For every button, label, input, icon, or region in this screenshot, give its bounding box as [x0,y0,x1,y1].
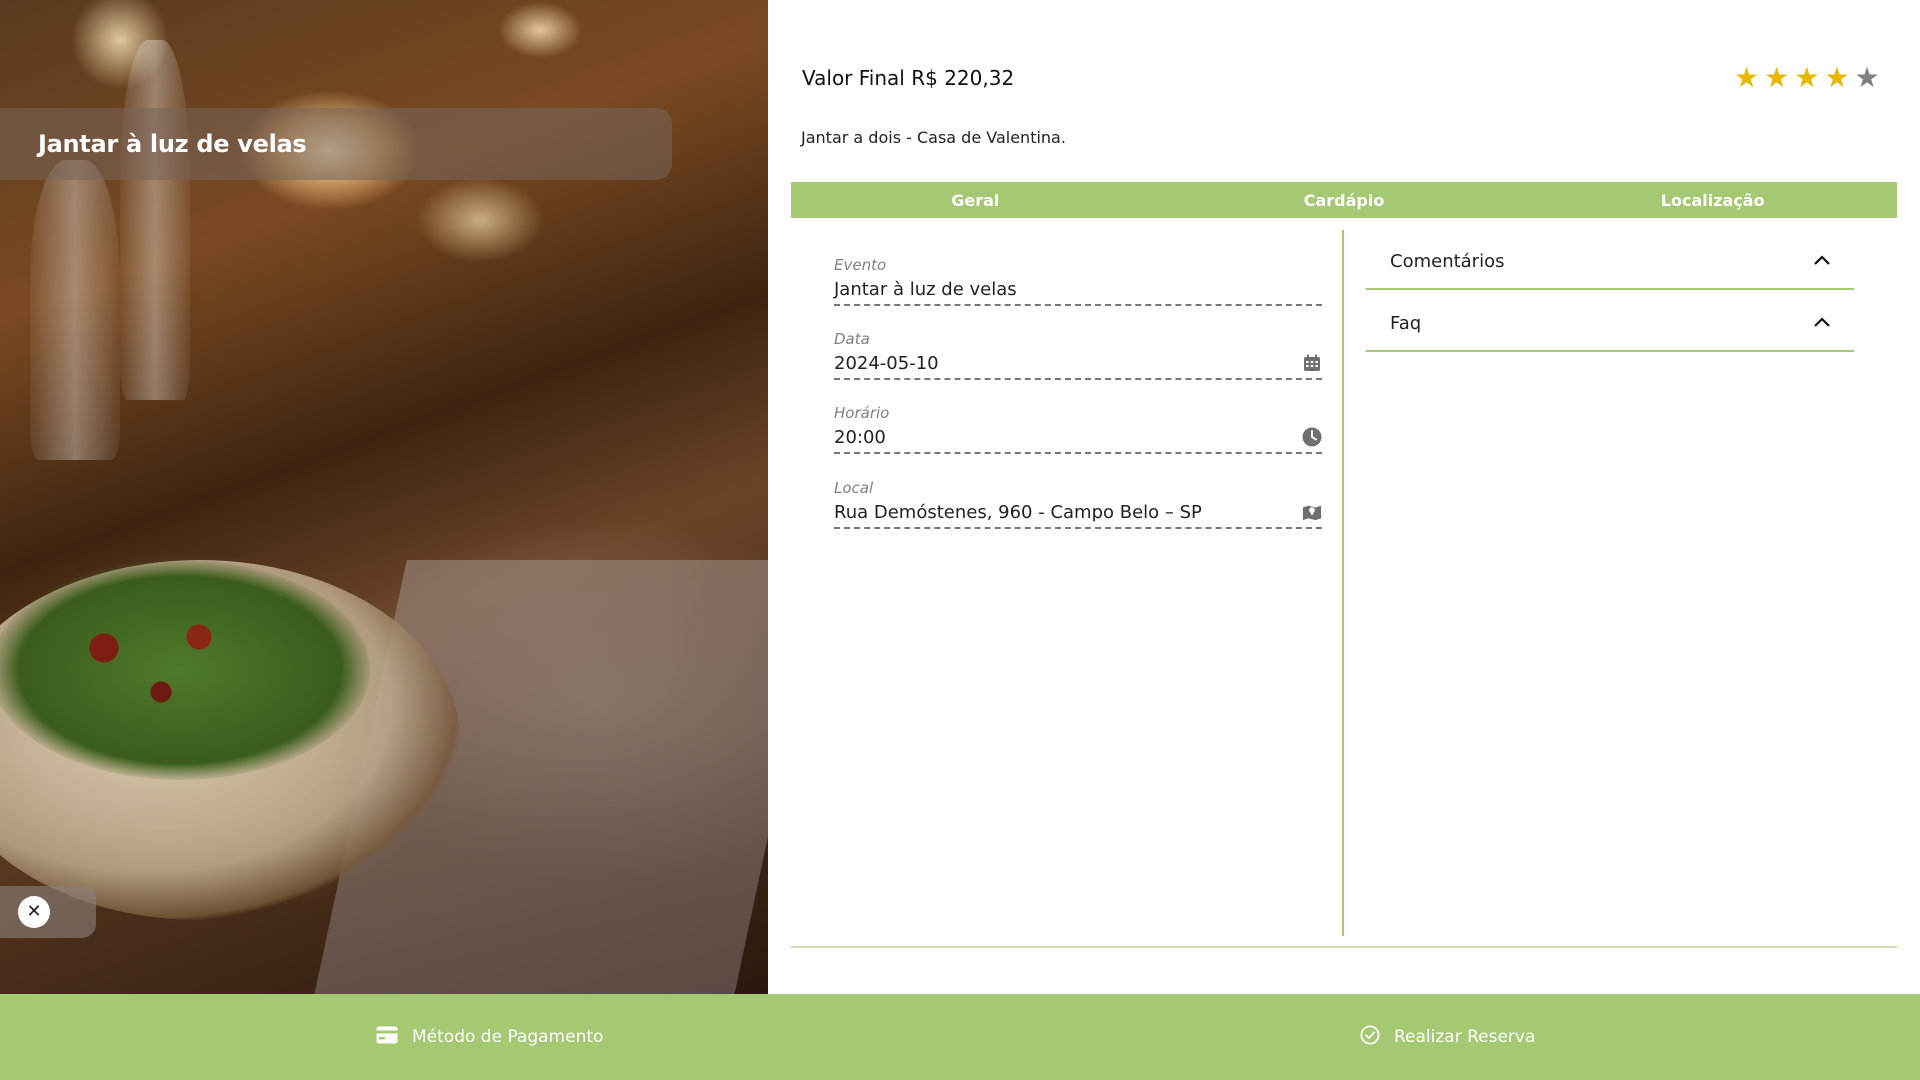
tab-geral[interactable]: Geral [791,182,1160,218]
local-value: Rua Demóstenes, 960 - Campo Belo – SP [834,501,1202,523]
payment-method-label: Método de Pagamento [412,1027,604,1047]
event-photo: Jantar à luz de velas ✕ [0,0,768,994]
final-price: Valor Final R$ 220,32 [802,66,1015,90]
comentarios-title: Comentários [1390,250,1505,272]
action-bar: Método de Pagamento Realizar Reserva [0,994,1920,1080]
data-label: Data [834,330,870,348]
star-icon[interactable]: ★ [1764,64,1789,92]
local-field[interactable]: Local Rua Demóstenes, 960 - Campo Belo –… [834,479,1322,529]
evento-input[interactable]: Jantar à luz de velas [834,276,1322,306]
faq-accordion[interactable]: Faq [1366,296,1854,352]
tab-cardapio[interactable]: Cardápio [1160,182,1529,218]
wine-glass-image [120,40,190,400]
event-description: Jantar a dois - Casa de Valentina. [801,128,1066,147]
star-icon[interactable]: ★ [1824,64,1849,92]
star-icon[interactable]: ★ [1794,64,1819,92]
data-value: 2024-05-10 [834,352,939,374]
check-circle-icon [1360,1024,1380,1050]
close-tab: ✕ [0,886,96,938]
wine-glass-image [30,160,120,460]
credit-card-icon [376,1026,398,1049]
local-input[interactable]: Rua Demóstenes, 960 - Campo Belo – SP [834,499,1322,529]
faq-title: Faq [1390,312,1422,334]
event-title: Jantar à luz de velas [38,130,307,158]
bottom-divider [791,946,1897,948]
comentarios-accordion[interactable]: Comentários [1366,234,1854,290]
payment-method-button[interactable]: Método de Pagamento [376,994,603,1080]
clock-icon[interactable] [1302,427,1322,447]
horario-label: Horário [834,404,890,422]
evento-value: Jantar à luz de velas [834,278,1017,300]
data-field[interactable]: Data 2024-05-10 [834,330,1322,380]
make-reservation-label: Realizar Reserva [1394,1027,1536,1047]
booking-screen: Jantar à luz de velas ✕ Valor Final R$ 2… [0,0,1920,1080]
star-rating: ★ ★ ★ ★ ★ [1734,64,1880,92]
event-title-banner: Jantar à luz de velas [0,108,672,180]
chevron-up-icon[interactable] [1812,313,1832,333]
close-button[interactable]: ✕ [18,896,50,928]
chevron-up-icon[interactable] [1812,251,1832,271]
make-reservation-button[interactable]: Realizar Reserva [1360,994,1535,1080]
evento-field[interactable]: Evento Jantar à luz de velas [834,256,1322,306]
horario-field[interactable]: Horário 20:00 [834,404,1322,454]
column-divider [1342,230,1344,936]
salad-image [0,560,370,780]
horario-value: 20:00 [834,426,886,448]
close-icon: ✕ [26,901,42,922]
map-icon[interactable] [1302,502,1322,522]
horario-input[interactable]: 20:00 [834,424,1322,454]
evento-label: Evento [834,256,887,274]
tab-localizacao[interactable]: Localização [1528,182,1897,218]
star-icon[interactable]: ★ [1734,64,1759,92]
star-icon[interactable]: ★ [1854,64,1879,92]
tab-bar: Geral Cardápio Localização [791,182,1897,218]
data-input[interactable]: 2024-05-10 [834,350,1322,380]
local-label: Local [834,479,874,497]
calendar-icon[interactable] [1302,353,1322,373]
